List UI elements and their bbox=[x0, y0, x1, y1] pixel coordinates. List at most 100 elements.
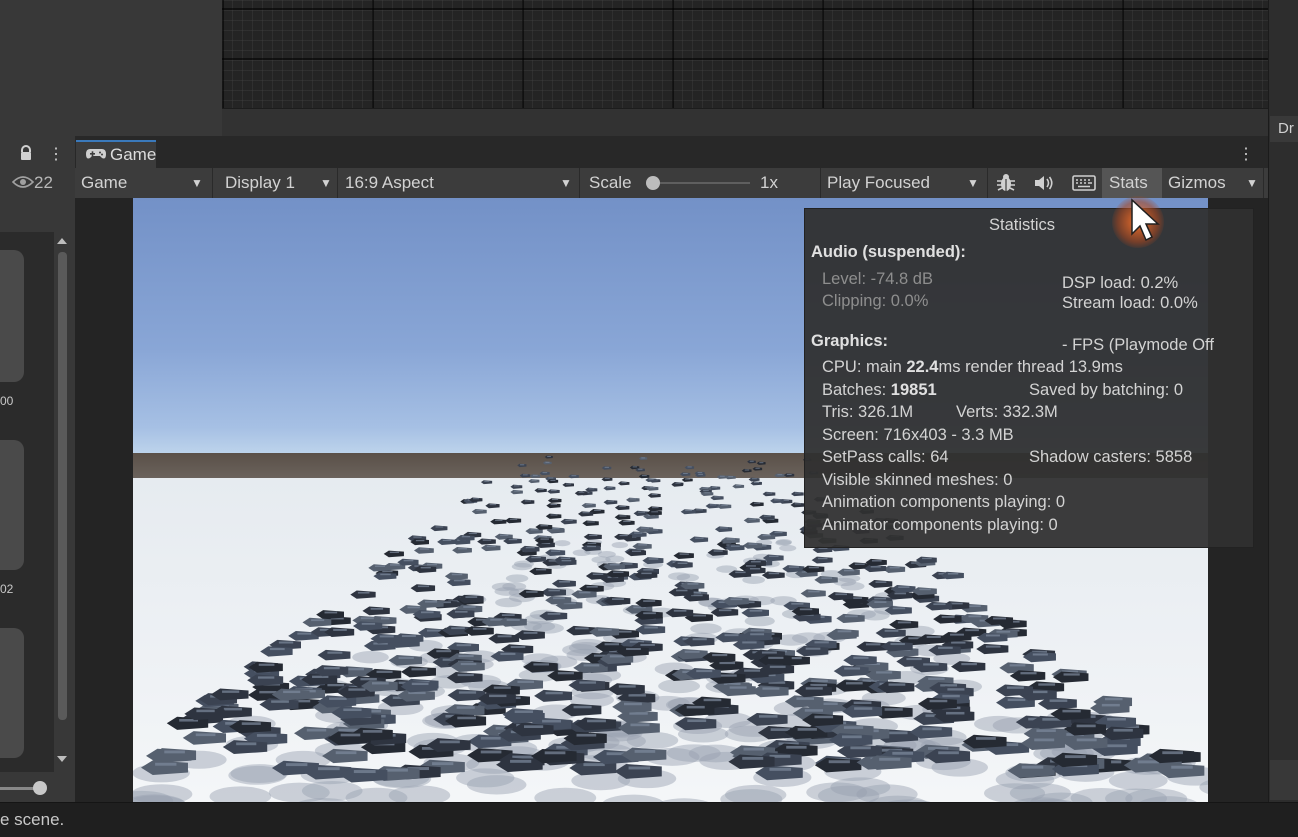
ship bbox=[673, 552, 694, 560]
asset-caption: 02 bbox=[0, 582, 14, 596]
ship bbox=[260, 646, 293, 657]
ship bbox=[471, 509, 487, 515]
ship bbox=[995, 684, 1034, 697]
keyboard-icon[interactable] bbox=[1072, 174, 1096, 192]
ship bbox=[410, 584, 436, 593]
ship bbox=[635, 526, 654, 533]
ship bbox=[756, 461, 766, 465]
ship-shadow bbox=[837, 574, 861, 583]
ship bbox=[534, 689, 573, 702]
ship bbox=[794, 685, 832, 698]
gizmos-label: Gizmos bbox=[1168, 173, 1226, 192]
ship bbox=[668, 588, 694, 597]
ship bbox=[976, 643, 1009, 655]
eye-icon bbox=[11, 176, 35, 188]
saved-by-batching: Saved by batching: 0 bbox=[1029, 381, 1184, 399]
ship bbox=[618, 481, 630, 486]
ship bbox=[741, 468, 752, 473]
chevron-down-icon: ▼ bbox=[560, 176, 572, 190]
ship bbox=[770, 498, 784, 504]
ship bbox=[759, 514, 775, 521]
ship bbox=[430, 525, 448, 532]
ship bbox=[833, 665, 869, 677]
ship bbox=[534, 488, 547, 493]
asset-thumbnail[interactable] bbox=[0, 628, 24, 758]
asset-thumbnail[interactable] bbox=[0, 250, 24, 382]
ship bbox=[601, 477, 613, 482]
scale-slider-knob[interactable] bbox=[646, 176, 660, 190]
ship bbox=[843, 654, 877, 666]
ship-shadow bbox=[974, 715, 1023, 732]
asset-caption: 00 bbox=[0, 394, 14, 408]
ship-shadow bbox=[597, 551, 616, 558]
ship-shadow bbox=[554, 540, 571, 547]
ship bbox=[638, 456, 648, 460]
visible-count-value: 22 bbox=[34, 173, 53, 192]
ship bbox=[741, 608, 769, 618]
ship bbox=[547, 498, 562, 503]
screen-info: Screen: 716x403 - 3.3 MB bbox=[822, 426, 1014, 444]
visible-count[interactable]: 22 bbox=[11, 170, 53, 196]
ship bbox=[716, 475, 728, 479]
scene-grid-view[interactable] bbox=[222, 0, 1268, 108]
ship bbox=[545, 513, 562, 519]
ship bbox=[614, 505, 630, 511]
ship bbox=[882, 565, 906, 573]
dsp-load: DSP load: 0.2% bbox=[1062, 274, 1179, 292]
ship bbox=[647, 506, 663, 512]
asset-thumbnail[interactable] bbox=[0, 440, 24, 570]
animator-components: Animator components playing: 0 bbox=[822, 516, 1058, 534]
ship bbox=[791, 491, 804, 497]
ship bbox=[547, 489, 560, 494]
chevron-down-icon: ▼ bbox=[320, 176, 332, 190]
ship-shadow bbox=[491, 582, 516, 592]
ship-shadow bbox=[495, 597, 522, 608]
ship bbox=[710, 495, 724, 501]
ship bbox=[480, 544, 501, 552]
verts-count: Verts: 332.3M bbox=[956, 403, 1058, 421]
ship-shadow bbox=[725, 784, 787, 802]
ship bbox=[490, 651, 524, 662]
ship-shadow bbox=[860, 610, 890, 621]
ship bbox=[626, 497, 640, 503]
ship bbox=[510, 489, 523, 495]
ship bbox=[751, 685, 789, 698]
ship bbox=[574, 491, 588, 496]
skinned-meshes: Visible skinned meshes: 0 bbox=[822, 471, 1013, 489]
scale-value: 1x bbox=[760, 173, 778, 192]
scale-label: Scale bbox=[589, 173, 632, 192]
ship bbox=[790, 502, 805, 508]
ship bbox=[743, 517, 760, 524]
play-mode-label: Play Focused bbox=[827, 173, 930, 192]
ship bbox=[582, 520, 599, 527]
ship bbox=[485, 503, 500, 509]
right-panel-tab[interactable]: Dr bbox=[1270, 116, 1298, 142]
tab-options-icon[interactable]: ⋮ bbox=[1238, 144, 1254, 164]
ship bbox=[477, 538, 496, 545]
ship bbox=[302, 617, 332, 627]
ship bbox=[182, 731, 227, 745]
bug-icon[interactable] bbox=[995, 173, 1017, 193]
ship bbox=[925, 601, 953, 611]
ship bbox=[490, 518, 507, 525]
ship bbox=[577, 511, 594, 517]
ship bbox=[811, 556, 833, 564]
ship-shadow bbox=[456, 768, 515, 788]
chevron-down-icon: ▼ bbox=[1246, 176, 1258, 190]
speaker-icon[interactable] bbox=[1033, 174, 1055, 192]
aspect-label: 16:9 Aspect bbox=[345, 173, 434, 192]
scale-slider[interactable] bbox=[652, 182, 750, 184]
ship-shadow bbox=[658, 679, 701, 694]
lock-icon[interactable] bbox=[18, 145, 34, 161]
ship bbox=[383, 550, 404, 558]
kebab-menu-icon[interactable]: ⋮ bbox=[48, 144, 64, 164]
ship bbox=[635, 624, 666, 635]
scroll-thumb[interactable] bbox=[58, 252, 67, 720]
slider-knob[interactable] bbox=[33, 781, 47, 795]
ship bbox=[614, 533, 633, 540]
batches: Batches: 19851 bbox=[822, 381, 937, 400]
scroll-up-icon bbox=[57, 238, 67, 244]
ship bbox=[681, 477, 693, 482]
ship bbox=[889, 619, 919, 630]
ship-shadow bbox=[840, 581, 865, 591]
